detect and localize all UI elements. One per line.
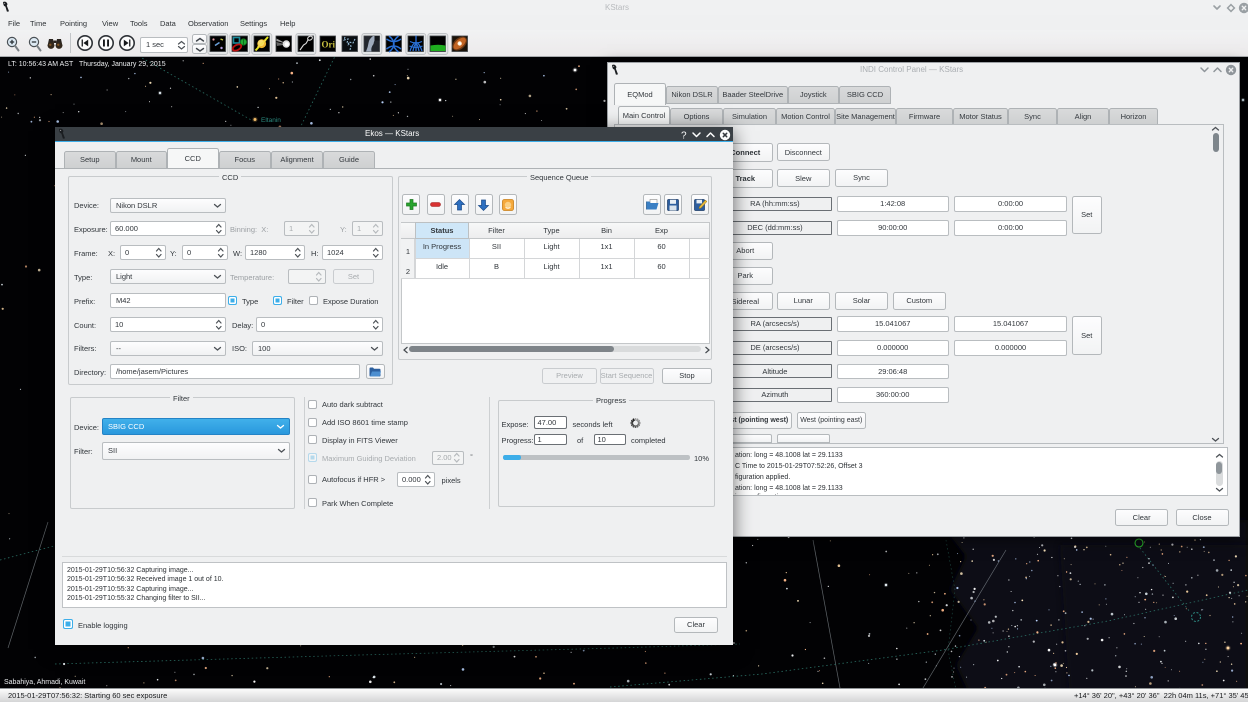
svg-text:?: ? (681, 130, 687, 141)
svg-text:Ori: Ori (322, 40, 336, 50)
